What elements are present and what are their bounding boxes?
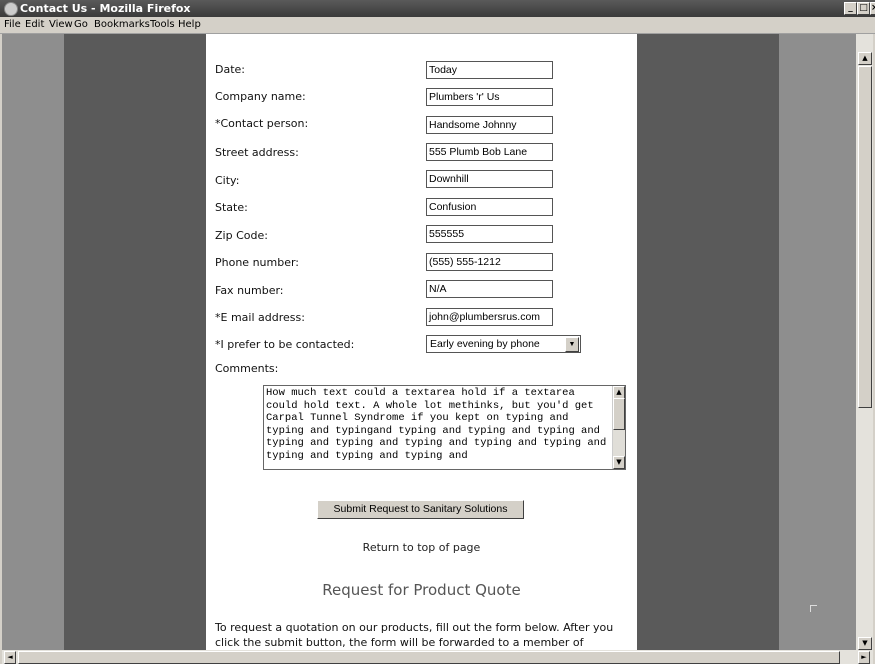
- quote-heading: Request for Product Quote: [322, 581, 521, 599]
- phone-field[interactable]: (555) 555-1212: [426, 253, 553, 271]
- date-field[interactable]: Today: [426, 61, 553, 79]
- contact-person-label: *Contact person:: [215, 117, 308, 130]
- left-margin-outer: [2, 34, 64, 650]
- menu-file[interactable]: File: [4, 17, 21, 33]
- contact-preference-label: *I prefer to be contacted:: [215, 338, 354, 351]
- submit-button[interactable]: Submit Request to Sanitary Solutions: [317, 500, 524, 519]
- quote-intro: To request a quotation on our products, …: [215, 621, 614, 649]
- scroll-thumb[interactable]: [613, 398, 625, 430]
- contact-preference-select[interactable]: Early evening by phone ▼: [426, 335, 581, 353]
- textarea-scrollbar[interactable]: ▲ ▼: [612, 386, 625, 469]
- fax-label: Fax number:: [215, 284, 284, 297]
- contact-preference-value: Early evening by phone: [430, 338, 540, 350]
- comments-textarea[interactable]: How much text could a textarea hold if a…: [263, 385, 626, 470]
- zip-field[interactable]: 555555: [426, 225, 553, 243]
- corner-mark: [810, 605, 817, 612]
- close-icon[interactable]: ×: [870, 2, 875, 15]
- firefox-icon: [4, 2, 18, 16]
- minimize-icon[interactable]: _: [844, 2, 857, 15]
- fax-field[interactable]: N/A: [426, 280, 553, 298]
- street-label: Street address:: [215, 146, 299, 159]
- contact-person-field[interactable]: Handsome Johnny: [426, 116, 553, 134]
- right-margin-inner: [637, 34, 779, 650]
- city-field[interactable]: Downhill: [426, 170, 553, 188]
- return-to-top-link[interactable]: Return to top of page: [206, 541, 637, 554]
- comments-label: Comments:: [215, 362, 279, 375]
- menu-view[interactable]: View: [49, 17, 73, 33]
- menu-bookmarks[interactable]: Bookmarks: [94, 17, 150, 33]
- email-label-text: E mail address:: [220, 311, 305, 324]
- company-field[interactable]: Plumbers 'r' Us: [426, 88, 553, 106]
- contact-preference-text: I prefer to be contacted:: [220, 338, 355, 351]
- scroll-up-icon[interactable]: ▲: [858, 52, 872, 65]
- left-margin-inner: [64, 34, 206, 650]
- phone-label: Phone number:: [215, 256, 300, 269]
- menu-help[interactable]: Help: [178, 17, 201, 33]
- street-field[interactable]: 555 Plumb Bob Lane: [426, 143, 553, 161]
- window-title: Contact Us - Mozilla Firefox: [20, 2, 191, 15]
- right-margin-outer: [779, 34, 856, 650]
- company-label: Company name:: [215, 90, 306, 103]
- comments-text: How much text could a textarea hold if a…: [266, 387, 613, 462]
- contact-form-page: Date: Today Company name: Plumbers 'r' U…: [206, 34, 637, 650]
- maximize-icon[interactable]: □: [857, 2, 870, 15]
- email-label: *E mail address:: [215, 311, 305, 324]
- contact-person-text: Contact person:: [220, 117, 309, 130]
- scroll-down-icon[interactable]: ▼: [613, 456, 625, 469]
- chevron-down-icon[interactable]: ▼: [565, 337, 579, 352]
- page-horizontal-scrollbar[interactable]: ◄ ►: [2, 650, 873, 664]
- menu-edit[interactable]: Edit: [25, 17, 44, 33]
- scroll-right-icon[interactable]: ►: [858, 651, 870, 664]
- state-label: State:: [215, 201, 248, 214]
- email-field[interactable]: john@plumbersrus.com: [426, 308, 553, 326]
- scroll-left-icon[interactable]: ◄: [4, 651, 16, 664]
- menu-tools[interactable]: Tools: [150, 17, 175, 33]
- zip-label: Zip Code:: [215, 229, 268, 242]
- horizontal-scroll-thumb[interactable]: [18, 651, 840, 664]
- title-bar: Contact Us - Mozilla Firefox _ □ ×: [0, 0, 875, 17]
- page-vertical-scrollbar[interactable]: ▲ ▼: [856, 34, 873, 650]
- state-field[interactable]: Confusion: [426, 198, 553, 216]
- page-scroll-thumb[interactable]: [858, 66, 872, 408]
- page-viewport: Date: Today Company name: Plumbers 'r' U…: [2, 34, 856, 650]
- scroll-down-icon[interactable]: ▼: [858, 637, 872, 650]
- menu-bar: File Edit View Go Bookmarks Tools Help: [0, 17, 875, 34]
- browser-window: Contact Us - Mozilla Firefox _ □ × File …: [0, 0, 875, 664]
- date-label: Date:: [215, 63, 245, 76]
- menu-go[interactable]: Go: [74, 17, 88, 33]
- city-label: City:: [215, 174, 240, 187]
